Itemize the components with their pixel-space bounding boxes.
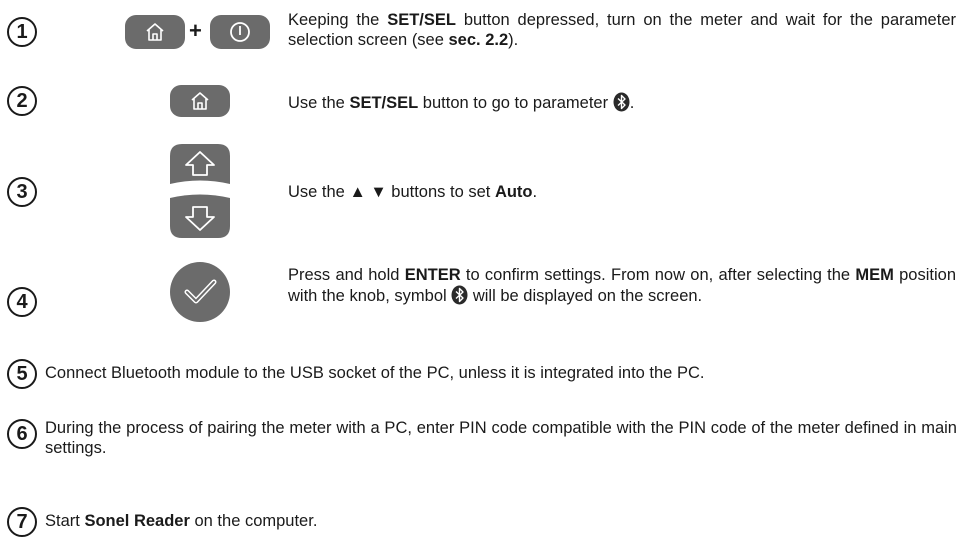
set-sel-button [125,15,185,49]
power-icon [230,22,250,42]
power-button [210,15,270,49]
step-text-1: Keeping the SET/SEL button depressed, tu… [288,11,956,49]
step-number-7: 7 [7,507,37,537]
bluetooth-icon [451,285,468,305]
step-text-6: During the process of pairing the meter … [45,419,957,457]
step-number-4: 4 [7,287,37,317]
step-number-5: 5 [7,359,37,389]
check-icon [184,279,217,304]
step-text-7: Start Sonel Reader on the computer. [45,512,318,530]
plus-sign: + [189,18,202,43]
step-text-3: Use the ▲ ▼ buttons to set Auto. [288,183,538,201]
home-icon [191,92,209,110]
arrow-buttons [170,144,230,238]
set-sel-button [170,85,230,117]
bluetooth-icon [613,92,630,112]
step-text-5: Connect Bluetooth module to the USB sock… [45,364,705,382]
step-text-2: Use the SET/SEL button to go to paramete… [288,92,635,112]
step-number-1: 1 [7,17,37,47]
step-text-4: Press and hold ENTER to confirm settings… [288,266,956,305]
step-number-6: 6 [7,419,37,449]
step-number-2: 2 [7,86,37,116]
step-number-3: 3 [7,177,37,207]
enter-button [170,262,230,322]
home-icon [146,23,164,41]
